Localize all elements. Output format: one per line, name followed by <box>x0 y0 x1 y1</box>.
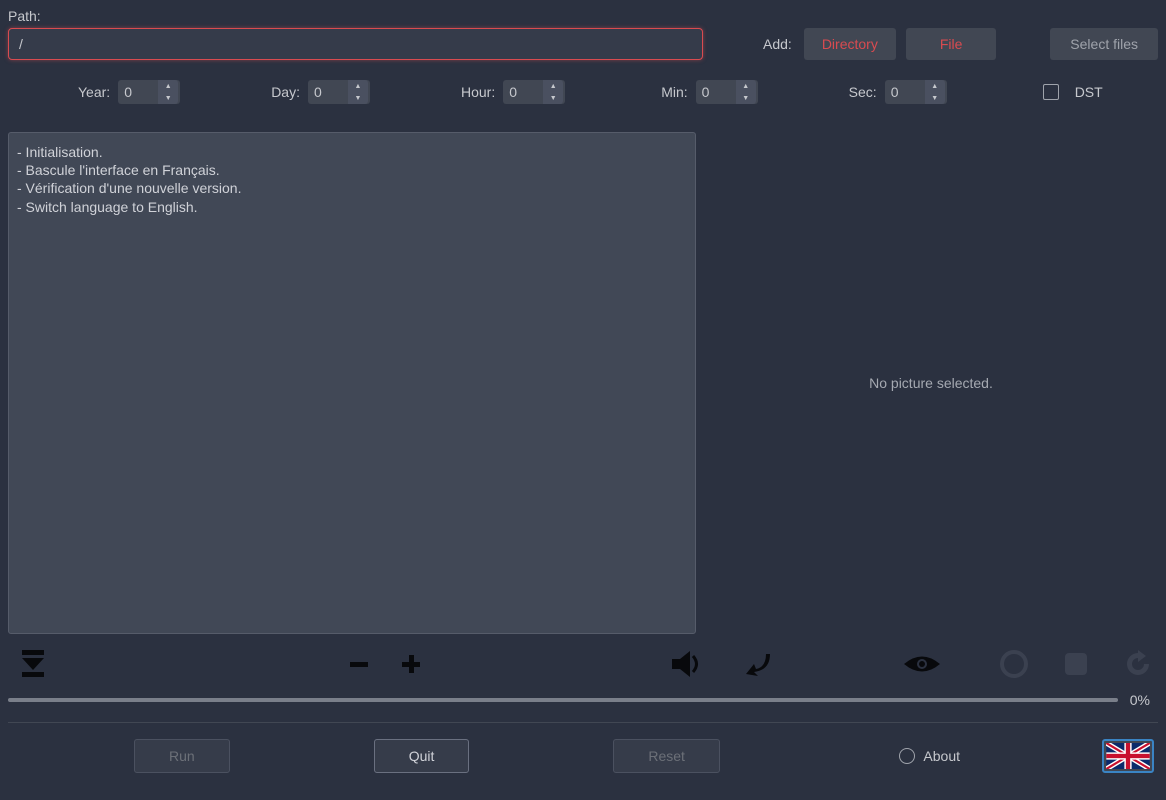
year-spinbox[interactable]: ▲▼ <box>118 80 180 104</box>
uk-flag-icon <box>1106 743 1150 769</box>
day-input[interactable] <box>308 80 348 104</box>
log-line: - Vérification d'une nouvelle version. <box>17 179 687 197</box>
square-icon <box>1063 651 1089 677</box>
hour-spinbox[interactable]: ▲▼ <box>503 80 565 104</box>
log-box: - Initialisation. - Bascule l'interface … <box>8 132 696 634</box>
language-flag-button[interactable] <box>1102 739 1154 773</box>
min-spinbox[interactable]: ▲▼ <box>696 80 758 104</box>
download-icon[interactable] <box>18 650 48 678</box>
year-input[interactable] <box>118 80 158 104</box>
about-radio[interactable] <box>899 748 915 764</box>
plus-icon[interactable] <box>400 653 422 675</box>
reload-icon <box>1124 650 1152 678</box>
quit-button[interactable]: Quit <box>374 739 470 773</box>
undo-icon[interactable] <box>746 650 774 678</box>
eye-icon[interactable] <box>904 653 940 675</box>
volume-icon[interactable] <box>672 650 706 678</box>
run-button[interactable]: Run <box>134 739 230 773</box>
select-files-button[interactable]: Select files <box>1050 28 1158 60</box>
add-file-button[interactable]: File <box>906 28 997 60</box>
path-label: Path: <box>8 8 1158 24</box>
min-label: Min: <box>661 84 687 100</box>
hour-label: Hour: <box>461 84 495 100</box>
hour-down-icon[interactable]: ▼ <box>543 92 563 104</box>
min-up-icon[interactable]: ▲ <box>736 80 756 92</box>
hour-up-icon[interactable]: ▲ <box>543 80 563 92</box>
min-down-icon[interactable]: ▼ <box>736 92 756 104</box>
add-label: Add: <box>763 36 792 52</box>
year-up-icon[interactable]: ▲ <box>158 80 178 92</box>
about-label: About <box>923 748 960 764</box>
preview-area: No picture selected. <box>704 132 1158 634</box>
preview-empty-text: No picture selected. <box>869 375 993 391</box>
log-line: - Initialisation. <box>17 143 687 161</box>
day-up-icon[interactable]: ▲ <box>348 80 368 92</box>
sec-up-icon[interactable]: ▲ <box>925 80 945 92</box>
dst-checkbox[interactable] <box>1043 84 1059 100</box>
day-spinbox[interactable]: ▲▼ <box>308 80 370 104</box>
year-down-icon[interactable]: ▼ <box>158 92 178 104</box>
path-input[interactable] <box>8 28 703 60</box>
dst-label: DST <box>1075 84 1103 100</box>
add-directory-button[interactable]: Directory <box>804 28 896 60</box>
sec-input[interactable] <box>885 80 925 104</box>
progress-text: 0% <box>1130 692 1150 708</box>
minus-icon[interactable] <box>348 653 370 675</box>
divider <box>8 722 1158 723</box>
log-line: - Bascule l'interface en Français. <box>17 161 687 179</box>
circle-icon <box>1000 650 1028 678</box>
sec-down-icon[interactable]: ▼ <box>925 92 945 104</box>
sec-spinbox[interactable]: ▲▼ <box>885 80 947 104</box>
day-down-icon[interactable]: ▼ <box>348 92 368 104</box>
hour-input[interactable] <box>503 80 543 104</box>
year-label: Year: <box>78 84 110 100</box>
reset-button[interactable]: Reset <box>613 739 720 773</box>
day-label: Day: <box>271 84 300 100</box>
min-input[interactable] <box>696 80 736 104</box>
log-line: - Switch language to English. <box>17 198 687 216</box>
progress-bar <box>8 698 1118 702</box>
sec-label: Sec: <box>849 84 877 100</box>
